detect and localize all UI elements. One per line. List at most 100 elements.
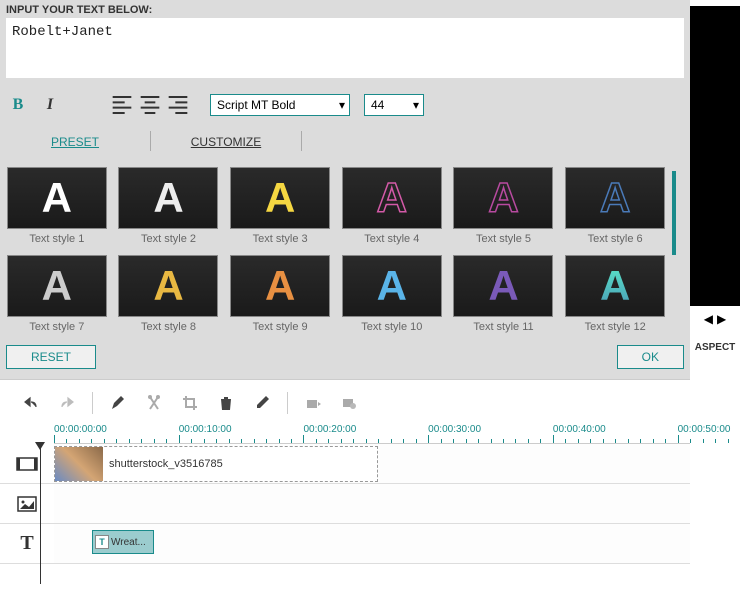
- preset-glyph: A: [42, 174, 72, 222]
- preset-glyph: A: [153, 174, 183, 222]
- preset-glyph: A: [265, 174, 295, 222]
- size-value: 44: [371, 98, 384, 112]
- preset-thumbnail: A: [7, 255, 107, 317]
- preset-glyph: A: [265, 262, 295, 310]
- text-clip[interactable]: T Wreat...: [92, 530, 154, 554]
- preview-panel: ◀ ▶ ASPECT: [690, 0, 740, 564]
- preset-glyph: A: [153, 262, 183, 310]
- font-size-select[interactable]: 44 ▾: [364, 94, 424, 116]
- preset-thumbnail: A: [342, 167, 442, 229]
- preset-label: Text style 1: [29, 233, 84, 245]
- preview-viewport: [690, 6, 740, 306]
- image-track: [0, 484, 690, 524]
- ruler-mark: 00:00:30:00: [428, 424, 481, 435]
- text-track-icon: T: [0, 524, 54, 563]
- preset-label: Text style 9: [253, 321, 308, 333]
- reset-button[interactable]: RESET: [6, 345, 96, 369]
- preset-item-3[interactable]: A Text style 3: [229, 167, 331, 245]
- text-toolbar: B I Script MT Bold ▾ 44 ▾: [0, 85, 690, 125]
- clip-thumbnail: [55, 447, 103, 481]
- preset-label: Text style 5: [476, 233, 531, 245]
- text-icon: T: [95, 535, 109, 549]
- preset-label: Text style 4: [364, 233, 419, 245]
- text-input[interactable]: [6, 18, 684, 78]
- prev-frame-button[interactable]: ◀: [704, 312, 713, 326]
- divider: [301, 131, 302, 151]
- preset-item-10[interactable]: AText style 10: [341, 255, 443, 333]
- scrollbar[interactable]: [672, 171, 676, 255]
- divider: [287, 392, 288, 414]
- preset-thumbnail: A: [7, 167, 107, 229]
- preset-label: Text style 6: [588, 233, 643, 245]
- divider: [92, 392, 93, 414]
- align-left-button[interactable]: [110, 93, 134, 117]
- preset-thumbnail: A: [342, 255, 442, 317]
- preset-glyph: A: [488, 174, 518, 222]
- redo-button[interactable]: [56, 392, 78, 414]
- align-center-button[interactable]: [138, 93, 162, 117]
- timeline-toolbar: [0, 379, 690, 422]
- align-right-button[interactable]: [166, 93, 190, 117]
- chevron-down-icon: ▾: [339, 98, 345, 112]
- preset-glyph: A: [600, 262, 630, 310]
- preset-item-6[interactable]: A Text style 6: [564, 167, 666, 245]
- preset-label: Text style 8: [141, 321, 196, 333]
- split-button[interactable]: [143, 392, 165, 414]
- preset-thumbnail: A: [230, 255, 330, 317]
- preset-item-11[interactable]: AText style 11: [453, 255, 555, 333]
- preset-item-9[interactable]: A Text style 9: [229, 255, 331, 333]
- preset-glyph: A: [488, 262, 518, 310]
- preset-item-2[interactable]: A Text style 2: [118, 167, 220, 245]
- video-clip[interactable]: shutterstock_v3516785: [54, 446, 378, 482]
- chevron-down-icon: ▾: [413, 98, 419, 112]
- italic-button[interactable]: I: [38, 93, 62, 117]
- preset-label: Text style 3: [253, 233, 308, 245]
- ok-button[interactable]: OK: [617, 345, 684, 369]
- text-clip-label: Wreat...: [111, 537, 146, 548]
- export-button[interactable]: [302, 392, 324, 414]
- undo-button[interactable]: [20, 392, 42, 414]
- font-family-select[interactable]: Script MT Bold ▾: [210, 94, 350, 116]
- playhead[interactable]: [40, 444, 41, 584]
- aspect-label: ASPECT: [695, 332, 736, 353]
- clip-name: shutterstock_v3516785: [103, 458, 229, 470]
- eyedropper-button[interactable]: [251, 392, 273, 414]
- preset-glyph: A: [600, 174, 630, 222]
- preset-thumbnail: A: [565, 167, 665, 229]
- preset-item-7[interactable]: AText style 7: [6, 255, 108, 333]
- preset-label: Text style 2: [141, 233, 196, 245]
- preset-item-1[interactable]: A Text style 1: [6, 167, 108, 245]
- edit-button[interactable]: [107, 392, 129, 414]
- preset-glyph: A: [377, 174, 407, 222]
- video-track-icon: [0, 444, 54, 483]
- preset-item-8[interactable]: A Text style 8: [118, 255, 220, 333]
- settings-button[interactable]: [338, 392, 360, 414]
- tabs: PRESET CUSTOMIZE: [0, 125, 690, 159]
- preset-glyph: A: [42, 262, 72, 310]
- preset-thumbnail: A: [230, 167, 330, 229]
- preset-item-12[interactable]: A Text style 12: [564, 255, 666, 333]
- preset-item-5[interactable]: A Text style 5: [453, 167, 555, 245]
- delete-button[interactable]: [215, 392, 237, 414]
- timeline-ruler[interactable]: 00:00:00:00 00:00:10:00 00:00:20:00 00:00:3…: [54, 422, 690, 444]
- font-value: Script MT Bold: [217, 98, 295, 112]
- ruler-mark: 00:00:10:00: [179, 424, 232, 435]
- preset-label: Text style 12: [585, 321, 646, 333]
- preset-item-4[interactable]: A Text style 4: [341, 167, 443, 245]
- bold-button[interactable]: B: [6, 93, 30, 117]
- tab-preset[interactable]: PRESET: [0, 131, 150, 153]
- ruler-mark: 00:00:00:00: [54, 424, 107, 435]
- preset-thumbnail: A: [565, 255, 665, 317]
- preset-thumbnail: A: [453, 167, 553, 229]
- preset-thumbnail: A: [118, 167, 218, 229]
- next-frame-button[interactable]: ▶: [717, 312, 726, 326]
- crop-button[interactable]: [179, 392, 201, 414]
- ruler-mark: 00:00:50:00: [678, 424, 731, 435]
- ruler-mark: 00:00:20:00: [303, 424, 356, 435]
- tab-customize[interactable]: CUSTOMIZE: [151, 131, 301, 153]
- action-row: RESET OK: [0, 337, 690, 379]
- timeline: 00:00:00:00 00:00:10:00 00:00:20:00 00:00:3…: [0, 422, 690, 564]
- text-track: T T Wreat...: [0, 524, 690, 564]
- image-track-icon: [0, 484, 54, 523]
- video-track: shutterstock_v3516785: [0, 444, 690, 484]
